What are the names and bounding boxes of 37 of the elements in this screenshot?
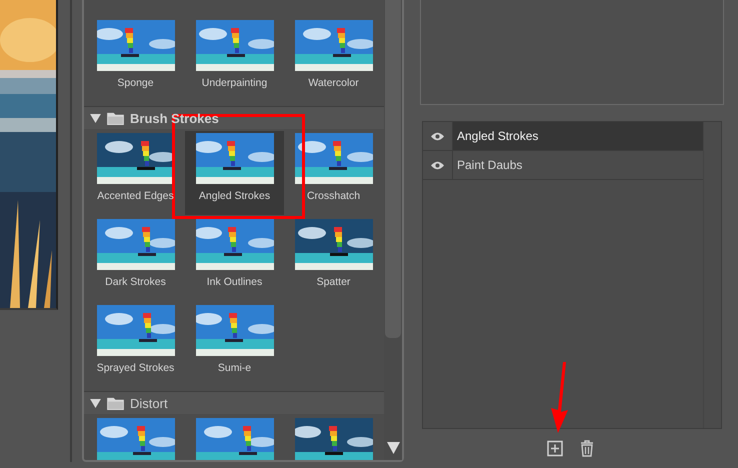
scroll-down-arrow-icon[interactable]: [386, 442, 400, 454]
visibility-toggle[interactable]: [423, 122, 453, 150]
filter-label: Angled Strokes: [198, 190, 270, 202]
category-title: Distort: [130, 396, 168, 410]
filter-thumbnail[interactable]: Crosshatch: [284, 131, 383, 215]
filter-label: Underpainting: [202, 77, 268, 89]
filter-thumbnail[interactable]: Spatter: [284, 217, 383, 301]
filter-thumbnail[interactable]: Dark Strokes: [86, 217, 185, 301]
expand-arrow-icon[interactable]: [90, 398, 101, 408]
filter-label: Watercolor: [308, 77, 359, 89]
delete-button[interactable]: [578, 439, 596, 457]
filter-label: Spatter: [316, 276, 350, 288]
folder-icon: [107, 396, 124, 410]
filter-label: Sprayed Strokes: [96, 362, 174, 374]
category-header[interactable]: Distort: [84, 392, 384, 414]
filter-label: Ink Outlines: [206, 276, 262, 288]
new-effect-layer-button[interactable]: [546, 439, 564, 457]
folder-icon: [107, 112, 124, 124]
filter-thumbnail[interactable]: Watercolor: [284, 18, 383, 102]
filter-label: Sponge: [117, 77, 154, 89]
filter-thumbnail[interactable]: Sprayed Strokes: [86, 303, 185, 387]
effect-layer-name: Angled Strokes: [456, 129, 538, 143]
filter-label: Sumi-e: [218, 362, 252, 374]
filter-label: Dark Strokes: [105, 276, 166, 288]
filter-thumbnail[interactable]: Sumi-e: [185, 303, 284, 387]
filter-label: Crosshatch: [306, 190, 360, 202]
effect-layer-row[interactable]: Paint Daubs: [423, 151, 703, 180]
expand-arrow-icon[interactable]: [90, 114, 101, 122]
filter-thumbnail[interactable]: Ink Outlines: [185, 217, 284, 301]
effect-layer-row[interactable]: Angled Strokes: [423, 122, 703, 151]
effect-layer-name: Paint Daubs: [456, 158, 522, 172]
eye-icon[interactable]: [431, 160, 444, 170]
eye-icon[interactable]: [431, 132, 444, 140]
filter-thumbnail[interactable]: Underpainting: [185, 18, 284, 102]
filter-thumbnail[interactable]: Angled Strokes: [185, 131, 284, 215]
filter-thumbnail[interactable]: Sponge: [86, 18, 185, 102]
scrollbar-thumb[interactable]: [385, 0, 401, 338]
